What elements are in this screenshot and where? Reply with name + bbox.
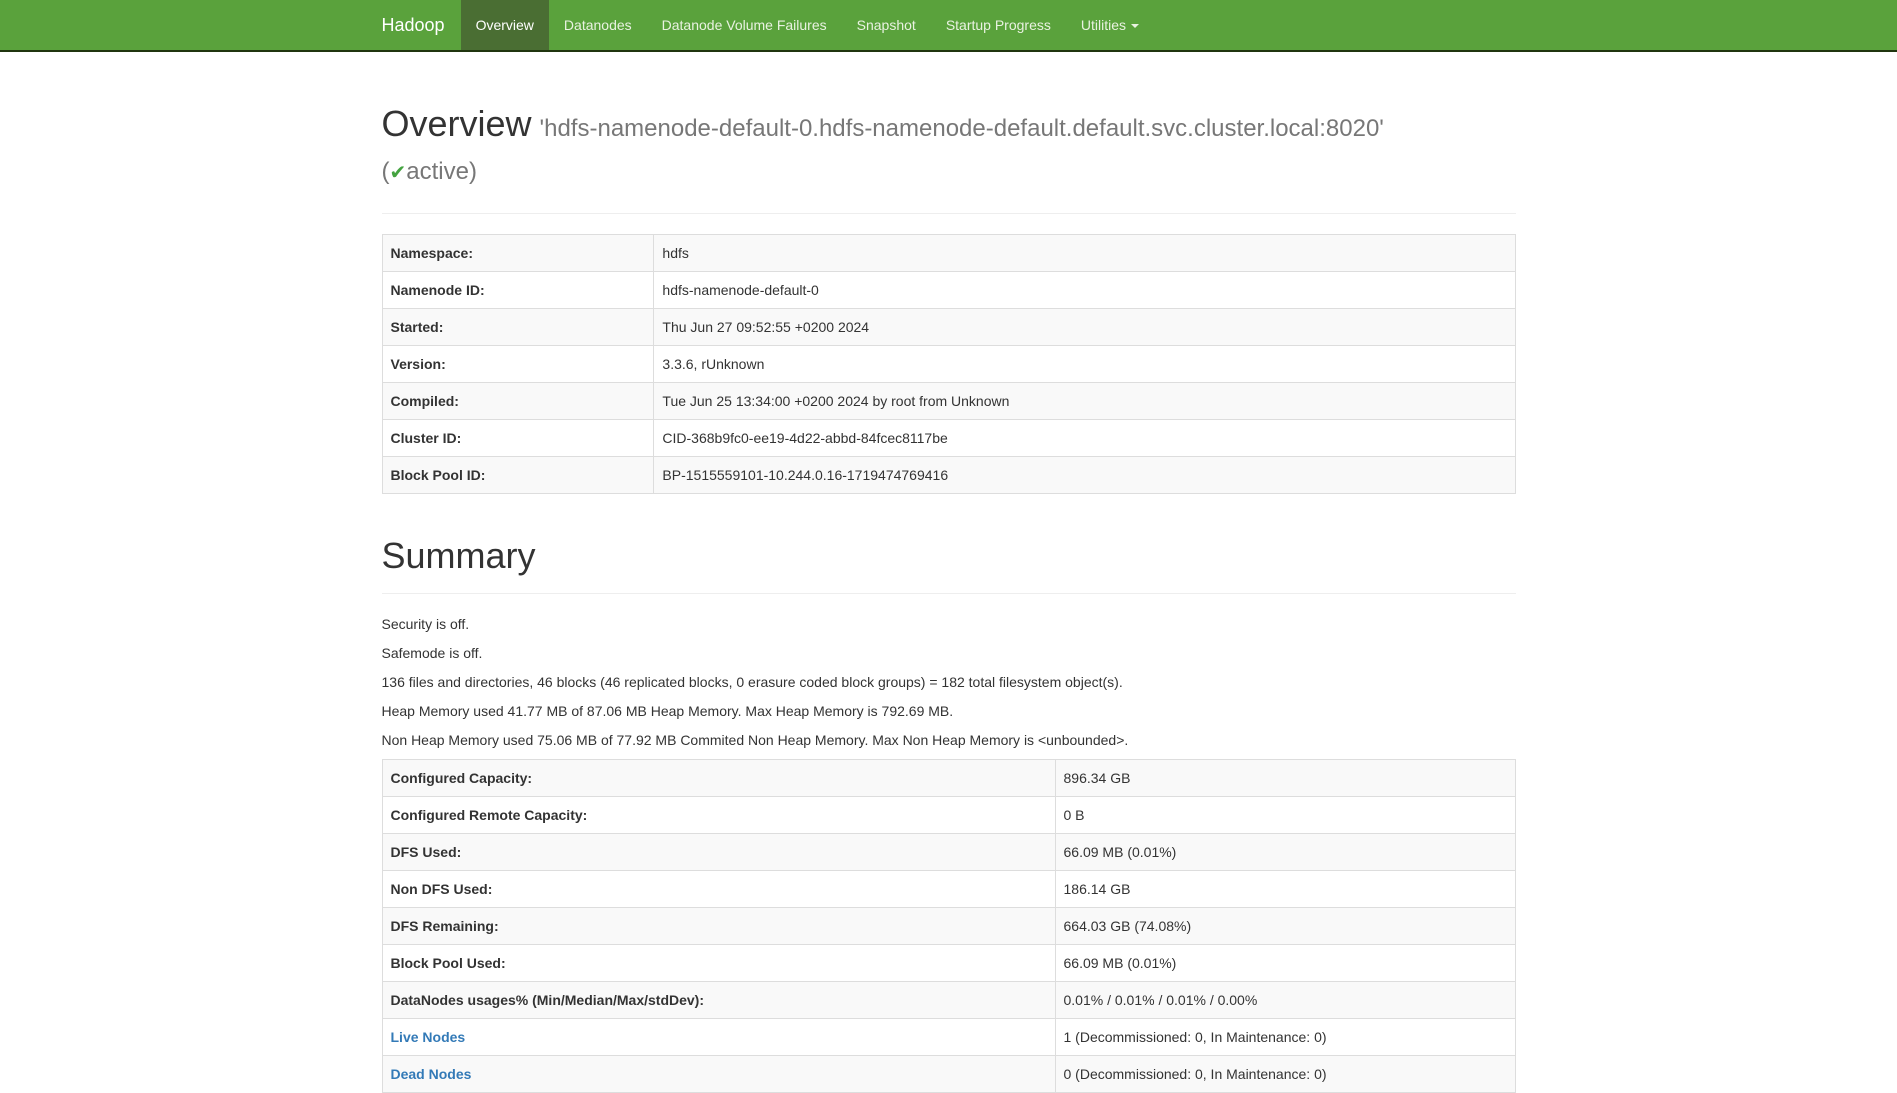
nav-item-startup-progress: Startup Progress — [931, 0, 1066, 50]
table-row-started: Started:Thu Jun 27 09:52:55 +0200 2024 — [382, 308, 1515, 345]
table-row-configured-capacity: Configured Capacity:896.34 GB — [382, 760, 1515, 797]
row-label: Non DFS Used: — [382, 871, 1055, 908]
table-row-dead-nodes: Dead Nodes 0 (Decommissioned: 0, In Maint… — [382, 1056, 1515, 1093]
summary-text: Security is off. — [382, 614, 1516, 634]
row-value: CID-368b9fc0-ee19-4d22-abbd-84fcec8117be — [654, 419, 1515, 456]
nav-link-datanodes[interactable]: Datanodes — [549, 0, 647, 50]
table-row-non-dfs-used: Non DFS Used:186.14 GB — [382, 871, 1515, 908]
chevron-down-icon — [1131, 24, 1139, 28]
row-value: 66.09 MB (0.01%) — [1055, 945, 1515, 982]
summary-page-header: Summary — [382, 536, 1516, 595]
row-label: Dead Nodes — [382, 1056, 1055, 1093]
row-value: Thu Jun 27 09:52:55 +0200 2024 — [654, 308, 1515, 345]
summary-text: Heap Memory used 41.77 MB of 87.06 MB He… — [382, 701, 1516, 721]
namenode-host: 'hdfs-namenode-default-0.hdfs-namenode-d… — [540, 115, 1384, 142]
table-row-compiled: Compiled:Tue Jun 25 13:34:00 +0200 2024 … — [382, 382, 1515, 419]
row-value: 66.09 MB (0.01%) — [1055, 834, 1515, 871]
row-label: Cluster ID: — [382, 419, 654, 456]
table-row-configured-remote-capacity: Configured Remote Capacity:0 B — [382, 797, 1515, 834]
row-label: Version: — [382, 345, 654, 382]
table-row-dfs-remaining: DFS Remaining:664.03 GB (74.08%) — [382, 908, 1515, 945]
status-open-paren: ( — [382, 158, 390, 185]
summary-text: Non Heap Memory used 75.06 MB of 77.92 M… — [382, 730, 1516, 750]
row-value: Tue Jun 25 13:34:00 +0200 2024 by root f… — [654, 382, 1515, 419]
nav-link-snapshot[interactable]: Snapshot — [842, 0, 931, 50]
row-value: BP-1515559101-10.244.0.16-1719474769416 — [654, 456, 1515, 493]
namenode-status: (✔active) — [382, 158, 1516, 187]
overview-page-header: Overview 'hdfs-namenode-default-0.hdfs-na… — [382, 104, 1516, 214]
row-value: 0.01% / 0.01% / 0.01% / 0.00% — [1055, 982, 1515, 1019]
table-row-dfs-used: DFS Used:66.09 MB (0.01%) — [382, 834, 1515, 871]
row-value: 1 (Decommissioned: 0, In Maintenance: 0) — [1055, 1019, 1515, 1056]
row-value: 0 B — [1055, 797, 1515, 834]
row-label: Live Nodes — [382, 1019, 1055, 1056]
summary-text: Safemode is off. — [382, 643, 1516, 663]
row-label: DataNodes usages% (Min/Median/Max/stdDev… — [382, 982, 1055, 1019]
row-label: Configured Capacity: — [382, 760, 1055, 797]
row-label: DFS Remaining: — [382, 908, 1055, 945]
table-row-live-nodes: Live Nodes 1 (Decommissioned: 0, In Maint… — [382, 1019, 1515, 1056]
nav-link-startup-progress[interactable]: Startup Progress — [931, 0, 1066, 50]
table-row-version: Version:3.3.6, rUnknown — [382, 345, 1515, 382]
nav-item-snapshot: Snapshot — [842, 0, 931, 50]
nav-item-overview: Overview — [461, 0, 549, 50]
summary-text: 136 files and directories, 46 blocks (46… — [382, 672, 1516, 692]
row-value: 186.14 GB — [1055, 871, 1515, 908]
nav-item-datanodes: Datanodes — [549, 0, 647, 50]
live-nodes-link[interactable]: Live Nodes — [391, 1029, 466, 1045]
nav-item-utilities: Utilities — [1066, 0, 1154, 50]
row-label: Namenode ID: — [382, 271, 654, 308]
nav-link-overview[interactable]: Overview — [461, 0, 549, 50]
row-value: hdfs-namenode-default-0 — [654, 271, 1515, 308]
row-value: hdfs — [654, 234, 1515, 271]
table-row-block-pool-used: Block Pool Used:66.09 MB (0.01%) — [382, 945, 1515, 982]
row-label: DFS Used: — [382, 834, 1055, 871]
navbar-menu: OverviewDatanodesDatanode Volume Failure… — [461, 0, 1154, 50]
status-label: active — [406, 158, 469, 185]
row-label: Compiled: — [382, 382, 654, 419]
nav-item-datanode-volume-failures: Datanode Volume Failures — [647, 0, 842, 50]
row-label: Started: — [382, 308, 654, 345]
summary-paragraphs: Security is off. Safemode is off. 136 file… — [382, 614, 1516, 750]
table-row-datanodes-usages-min-median-max-stddev: DataNodes usages% (Min/Median/Max/stdDev… — [382, 982, 1515, 1019]
dead-nodes-link[interactable]: Dead Nodes — [391, 1066, 472, 1082]
row-label: Namespace: — [382, 234, 654, 271]
table-row-block-pool-id: Block Pool ID:BP-1515559101-10.244.0.16-… — [382, 456, 1515, 493]
status-close-paren: ) — [469, 158, 477, 185]
row-label: Configured Remote Capacity: — [382, 797, 1055, 834]
navbar: Hadoop OverviewDatanodesDatanode Volume … — [0, 0, 1897, 52]
page-title: Overview 'hdfs-namenode-default-0.hdfs-na… — [382, 104, 1516, 187]
summary-table: Configured Capacity:896.34 GBConfigured … — [382, 759, 1516, 1093]
main-content: Overview 'hdfs-namenode-default-0.hdfs-na… — [367, 104, 1531, 1093]
table-row-namenode-id: Namenode ID:hdfs-namenode-default-0 — [382, 271, 1515, 308]
row-value: 896.34 GB — [1055, 760, 1515, 797]
row-value: 0 (Decommissioned: 0, In Maintenance: 0) — [1055, 1056, 1515, 1093]
brand-hadoop[interactable]: Hadoop — [382, 0, 461, 50]
page-title-text: Overview — [382, 103, 532, 144]
table-row-namespace: Namespace:hdfs — [382, 234, 1515, 271]
row-label: Block Pool Used: — [382, 945, 1055, 982]
nav-link-utilities[interactable]: Utilities — [1066, 0, 1154, 50]
row-value: 664.03 GB (74.08%) — [1055, 908, 1515, 945]
summary-title: Summary — [382, 536, 1516, 576]
row-value: 3.3.6, rUnknown — [654, 345, 1515, 382]
cluster-info-table: Namespace:hdfsNamenode ID:hdfs-namenode-… — [382, 234, 1516, 494]
table-row-cluster-id: Cluster ID:CID-368b9fc0-ee19-4d22-abbd-8… — [382, 419, 1515, 456]
navbar-container: Hadoop OverviewDatanodesDatanode Volume … — [367, 0, 1531, 50]
nav-link-datanode-volume-failures[interactable]: Datanode Volume Failures — [647, 0, 842, 50]
active-check-icon: ✔ — [390, 162, 407, 184]
row-label: Block Pool ID: — [382, 456, 654, 493]
